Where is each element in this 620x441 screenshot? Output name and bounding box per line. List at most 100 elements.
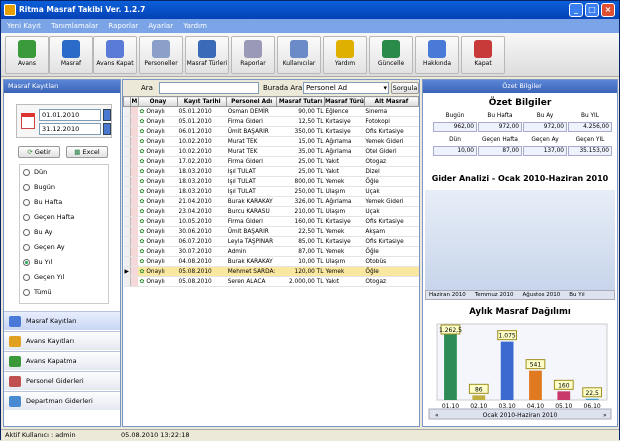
close-button[interactable]: ×	[601, 3, 615, 17]
column-header[interactable]: Masraf Tutarı	[276, 96, 325, 107]
toolbar-button-5[interactable]: Raporlar	[231, 36, 275, 74]
sorgula-button[interactable]: Sorgula	[391, 82, 419, 94]
getir-button[interactable]: ⟳ Getir	[18, 146, 60, 158]
onay-cell: ✿ Onaylı	[138, 246, 178, 257]
table-row[interactable]: ✿ Onaylı 30.07.2010 Admin 87,00 TL Yemek Öğle	[123, 246, 419, 257]
period-tab[interactable]: Ağustos 2010	[519, 292, 560, 298]
column-header[interactable]: Personel Adı	[226, 96, 278, 107]
nav-label: Avans Kayıtları	[26, 337, 75, 345]
table-row[interactable]: ✿ Onaylı 30.06.2010 Ümit BAŞARIR 22,50 TL Ye…	[123, 226, 419, 237]
table-cell: Ağırlama	[324, 146, 365, 157]
table-row[interactable]: ✿ Onaylı 06.07.2010 Leyla TAŞPINAR 85,00 TL…	[123, 236, 419, 247]
toolbar-button-3[interactable]: Personeller	[139, 36, 183, 74]
table-cell: 18.03.2010	[177, 186, 227, 197]
expense-data-table: M Onay Kayıt Tarihi Personel Adı Masraf Tuta…	[123, 96, 419, 287]
table-row[interactable]: ✿ Onaylı 18.03.2010 Işıl TULAT 25,00 TL Yakı…	[123, 166, 419, 177]
toolbar-button-9[interactable]: Hakkında	[415, 36, 459, 74]
table-row[interactable]: ✿ Onaylı 21.04.2010 Burak KARAKAY 326,00 TL…	[123, 196, 419, 207]
table-row[interactable]: ✿ Onaylı 23.04.2010 Burcu KARASU 210,00 TL U…	[123, 206, 419, 217]
column-header[interactable]: Kayıt Tarihi	[177, 96, 228, 107]
table-row[interactable]: ✿ Onaylı 10.02.2010 Murat TEK 35,00 TL Ağırl…	[123, 146, 419, 157]
period-radio[interactable]: Dün	[20, 165, 108, 180]
toolbar-button-7[interactable]: Yardım	[323, 36, 367, 74]
nav-item-4[interactable]: Departman Giderleri	[4, 391, 120, 410]
period-tab[interactable]: Haziran 2010	[426, 292, 466, 298]
excel-button[interactable]: ▦ Excel	[66, 146, 108, 158]
table-row[interactable]: ✿ Onaylı 04.08.2010 Burak KARAKAY 10,00 TL U…	[123, 256, 419, 267]
nav-item-1[interactable]: Avans Kayıtları	[4, 331, 120, 350]
radio-dot	[23, 184, 30, 191]
onay-value: Onaylı	[146, 269, 165, 275]
search-input[interactable]	[159, 82, 259, 94]
onay-cell: ✿ Onaylı	[138, 106, 178, 117]
menu-yeni-kayit[interactable]: Yeni Kayıt	[7, 22, 41, 30]
chevron-down-icon: ▾	[383, 84, 387, 92]
toolbar-button-10[interactable]: Kapat	[461, 36, 505, 74]
date-from-input[interactable]: 01.01.2010	[39, 109, 101, 121]
table-cell: Işıl TULAT	[226, 186, 277, 197]
toolbar-button-4[interactable]: Masraf Türleri	[185, 36, 229, 74]
table-row[interactable]: ✿ Onaylı 10.02.2010 Murat TEK 15,00 TL Ağırl…	[123, 136, 419, 147]
chart-next-button[interactable]: »	[603, 412, 607, 419]
menu-tanimlamalar[interactable]: Tanımlamalar	[51, 22, 98, 30]
nav-item-0[interactable]: Masraf Kayıtları	[4, 311, 120, 330]
table-row[interactable]: ✿ Onaylı 18.03.2010 Işıl TULAT 800,00 TL Yem…	[123, 176, 419, 187]
row-indicator	[123, 126, 131, 137]
date-to-input[interactable]: 31.12.2010	[39, 123, 101, 135]
menu-raporlar[interactable]: Raporlar	[108, 22, 138, 30]
period-radio[interactable]: Geçen Ay	[20, 240, 108, 255]
period-tab[interactable]: Temmuz 2010	[472, 292, 514, 298]
table-cell: Ağırlama	[324, 196, 365, 207]
table-row[interactable]: ✿ Onaylı 17.02.2010 Firma Gideri 25,00 TL Ya…	[123, 156, 419, 167]
toolbar-button-8[interactable]: Güncelle	[369, 36, 413, 74]
period-radio[interactable]: Geçen Hafta	[20, 210, 108, 225]
table-row[interactable]: ✿ Onaylı 06.01.2010 Ümit BAŞARIR 350,00 TL K…	[123, 126, 419, 137]
period-radio[interactable]: Bu Yıl	[20, 255, 108, 270]
table-cell: Otogaz	[364, 276, 419, 287]
column-header[interactable]: Onay	[137, 96, 179, 107]
search-in-label: Burada Ara	[263, 84, 303, 92]
row-indicator	[123, 276, 131, 287]
period-radio[interactable]: Tümü	[20, 285, 108, 300]
table-row[interactable]: ✿ Onaylı 05.08.2010 Seren ALACA 2.000,00 TL…	[123, 276, 419, 287]
nav-item-3[interactable]: Personel Giderleri	[4, 371, 120, 390]
chart-prev-button[interactable]: «	[435, 412, 439, 419]
table-row[interactable]: ✿ Onaylı 05.01.2010 Firma Gideri 12,50 TL Kı…	[123, 116, 419, 127]
maximize-button[interactable]: □	[585, 3, 599, 17]
table-row[interactable]: ✿ Onaylı 05.01.2010 Osman DEMİR 90,00 TL Eğl…	[123, 106, 419, 117]
date-from-picker-button[interactable]	[103, 109, 111, 121]
table-cell: 120,00 TL	[276, 266, 325, 277]
date-to-picker-button[interactable]	[103, 123, 111, 135]
table-row[interactable]: ✿ Onaylı 10.05.2010 Firma Gideri 160,00 TL K…	[123, 216, 419, 227]
toolbar-button-6[interactable]: Kullanıcılar	[277, 36, 321, 74]
table-cell: 18.03.2010	[177, 166, 227, 177]
summary-value: 962,00	[433, 122, 477, 132]
nav-icon	[9, 316, 21, 327]
onay-value: Onaylı	[146, 119, 165, 125]
toolbar-button-2[interactable]: Avans Kapat	[93, 36, 137, 74]
nav-item-2[interactable]: Avans Kapatma	[4, 351, 120, 370]
onay-cell: ✿ Onaylı	[138, 176, 178, 187]
period-radio[interactable]: Geçen Yıl	[20, 270, 108, 285]
menu-yardim[interactable]: Yardım	[183, 22, 207, 30]
personeller-icon	[152, 40, 170, 58]
toolbar-button-0[interactable]: Avans	[5, 36, 49, 74]
toolbar-button-1[interactable]: Masraf	[49, 36, 93, 74]
table-cell: 22,50 TL	[276, 226, 325, 237]
period-radio[interactable]: Bugün	[20, 180, 108, 195]
column-header[interactable]: M	[129, 96, 139, 107]
period-tab[interactable]: Bu Yıl	[566, 292, 584, 298]
summary-label: Geçen YIL	[575, 137, 605, 143]
table-row[interactable]: ✿ Onaylı 18.03.2010 Işıl TULAT 250,00 TL Ula…	[123, 186, 419, 197]
period-radio[interactable]: Bu Ay	[20, 225, 108, 240]
table-cell: Burcu KARASU	[226, 206, 277, 217]
search-field-select[interactable]: Personel Ad ▾	[303, 82, 389, 94]
column-header[interactable]: Masraf Türü	[323, 96, 365, 107]
menu-ayarlar[interactable]: Ayarlar	[148, 22, 173, 30]
minimize-button[interactable]: _	[569, 3, 583, 17]
column-header[interactable]: Alt Masraf	[363, 96, 419, 107]
table-row[interactable]: ▶ ✿ Onaylı 05.08.2010 Mehmet SARDA: 120,00 T…	[123, 266, 419, 277]
value-label: 160	[558, 382, 570, 389]
toolbar-label: Güncelle	[377, 60, 405, 67]
period-radio[interactable]: Bu Hafta	[20, 195, 108, 210]
